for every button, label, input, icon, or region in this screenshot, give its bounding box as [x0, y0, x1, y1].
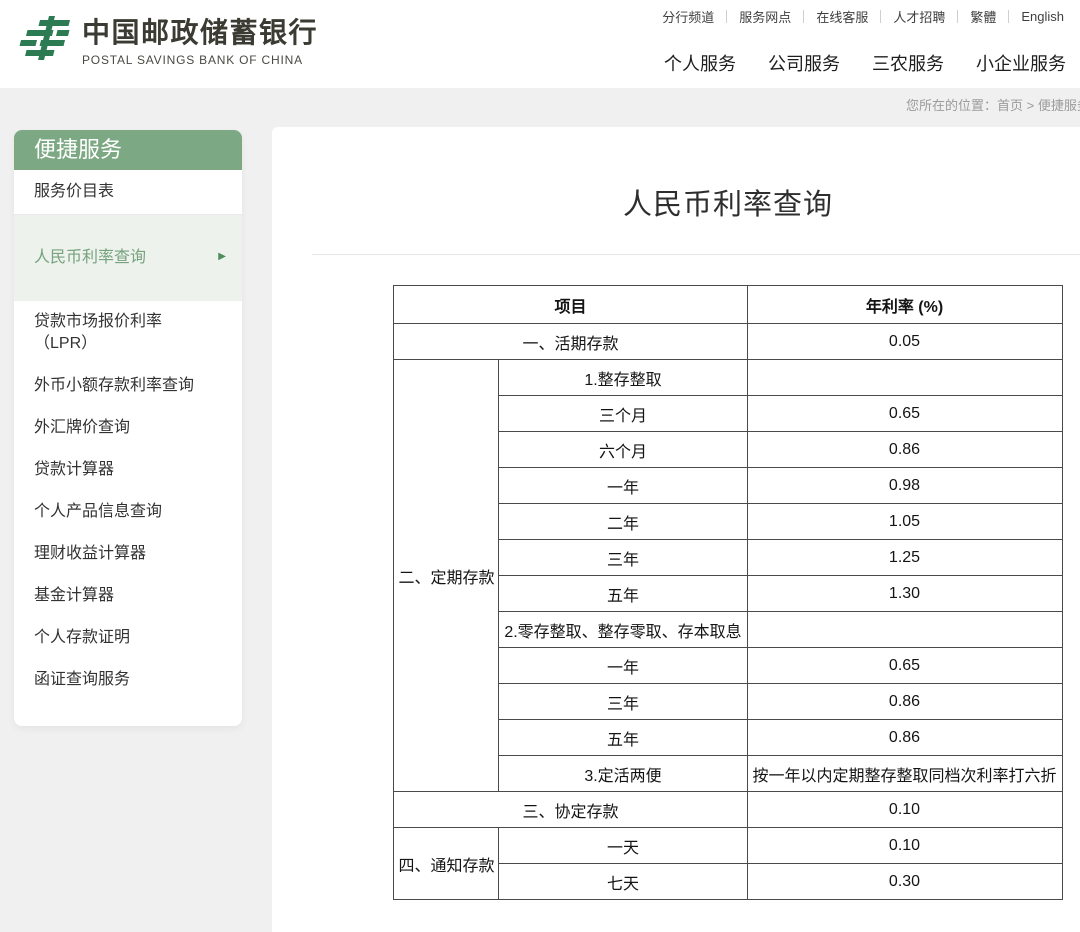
nav-personal-services[interactable]: 个人服务 — [664, 50, 736, 76]
sidebar-item-rmb-rate-query[interactable]: 人民币利率查询 ▶ — [14, 215, 242, 301]
cell-rate: 按一年以内定期整存整取同档次利率打六折 — [747, 756, 1062, 792]
logo-title-cn: 中国邮政储蓄银行 — [82, 17, 318, 49]
nav-online-service[interactable]: 在线客服 — [816, 7, 868, 26]
breadcrumb-prefix: 您所在的位置： — [906, 98, 997, 113]
divider — [957, 10, 958, 23]
table-row: 四、通知存款 一天 0.10 — [394, 828, 1062, 864]
sidebar-item-label: 人民币利率查询 — [34, 249, 146, 266]
sidebar-item-wealth-calculator[interactable]: 理财收益计算器 — [14, 533, 242, 575]
sidebar-item-lpr[interactable]: 贷款市场报价利率 （LPR） — [14, 301, 242, 365]
logo-title-en: POSTAL SAVINGS BANK OF CHINA — [82, 53, 318, 67]
breadcrumb-current: 便捷服务 — [1038, 98, 1080, 113]
cell-rate: 1.05 — [747, 504, 1062, 540]
cell-rate: 0.10 — [747, 792, 1062, 828]
table-header-row: 项目 年利率 (%) — [394, 286, 1062, 324]
nav-traditional-chinese[interactable]: 繁體 — [970, 7, 996, 26]
page-title: 人民币利率查询 — [272, 181, 1080, 223]
nav-rural-services[interactable]: 三农服务 — [872, 50, 944, 76]
divider — [726, 10, 727, 23]
divider — [1008, 10, 1009, 23]
cell-item: 七天 — [499, 864, 747, 900]
sidebar-item-foreign-small-deposit-rate[interactable]: 外币小额存款利率查询 — [14, 365, 242, 407]
table-row: 二、定期存款 1.整存整取 — [394, 360, 1062, 396]
cell-rate: 1.25 — [747, 540, 1062, 576]
cell-rate: 0.65 — [747, 396, 1062, 432]
bank-logo[interactable]: 中国邮政储蓄银行 POSTAL SAVINGS BANK OF CHINA — [12, 12, 318, 72]
nav-branch-channel[interactable]: 分行频道 — [662, 7, 714, 26]
cell-item: 1.整存整取 — [499, 360, 747, 396]
sidebar-item-service-price-list[interactable]: 服务价目表 — [14, 170, 242, 215]
rmb-rate-table: 项目 年利率 (%) 一、活期存款 0.05 二、定期存款 1.整存整取 三个月… — [393, 285, 1062, 900]
nav-corporate-services[interactable]: 公司服务 — [768, 50, 840, 76]
cell-item: 一、活期存款 — [394, 324, 747, 360]
cell-item: 三年 — [499, 684, 747, 720]
cell-rate: 0.05 — [747, 324, 1062, 360]
cell-item: 2.零存整取、整存零取、存本取息 — [499, 612, 747, 648]
main-nav: 个人服务 公司服务 三农服务 小企业服务 — [664, 50, 1066, 76]
cell-item: 3.定活两便 — [499, 756, 747, 792]
table-row: 三、协定存款 0.10 — [394, 792, 1062, 828]
cell-rate: 0.30 — [747, 864, 1062, 900]
cell-rate: 0.98 — [747, 468, 1062, 504]
sidebar-item-loan-calculator[interactable]: 贷款计算器 — [14, 449, 242, 491]
logo-text: 中国邮政储蓄银行 POSTAL SAVINGS BANK OF CHINA — [82, 17, 318, 67]
divider — [803, 10, 804, 23]
cell-item: 六个月 — [499, 432, 747, 468]
psbc-emblem-icon — [12, 12, 72, 72]
cell-rate: 0.86 — [747, 684, 1062, 720]
arrow-right-icon: ▶ — [218, 246, 226, 268]
cell-item: 三个月 — [499, 396, 747, 432]
sidebar-item-deposit-certificate[interactable]: 个人存款证明 — [14, 617, 242, 659]
cell-item: 五年 — [499, 720, 747, 756]
cell-item: 五年 — [499, 576, 747, 612]
main-content-panel: 人民币利率查询 项目 年利率 (%) 一、活期存款 0.05 二、定期存款 1.… — [272, 127, 1080, 932]
cell-item: 三、协定存款 — [394, 792, 747, 828]
cell-rate: 0.86 — [747, 432, 1062, 468]
utility-nav: 分行频道 服务网点 在线客服 人才招聘 繁體 English — [662, 7, 1064, 26]
cell-item: 一年 — [499, 468, 747, 504]
cell-group-time-deposit: 二、定期存款 — [394, 360, 499, 792]
cell-rate: 1.30 — [747, 576, 1062, 612]
sidebar-item-personal-product-info[interactable]: 个人产品信息查询 — [14, 491, 242, 533]
cell-rate — [747, 360, 1062, 396]
cell-item: 一天 — [499, 828, 747, 864]
breadcrumb: 您所在的位置：首页 > 便捷服务 — [906, 95, 1080, 114]
column-header-rate: 年利率 (%) — [747, 286, 1062, 324]
cell-item: 一年 — [499, 648, 747, 684]
column-header-item: 项目 — [394, 286, 747, 324]
breadcrumb-separator: > — [1023, 98, 1038, 113]
cell-rate: 0.65 — [747, 648, 1062, 684]
sidebar-item-confirmation-query[interactable]: 函证查询服务 — [14, 659, 242, 701]
cell-rate: 0.10 — [747, 828, 1062, 864]
table-row: 一、活期存款 0.05 — [394, 324, 1062, 360]
nav-small-business-services[interactable]: 小企业服务 — [976, 50, 1066, 76]
cell-item: 三年 — [499, 540, 747, 576]
sidebar-item-fund-calculator[interactable]: 基金计算器 — [14, 575, 242, 617]
breadcrumb-home-link[interactable]: 首页 — [997, 98, 1023, 113]
sidebar-convenient-services: 便捷服务 服务价目表 人民币利率查询 ▶ 贷款市场报价利率 （LPR） 外币小额… — [14, 130, 242, 726]
sidebar-item-forex-quote[interactable]: 外汇牌价查询 — [14, 407, 242, 449]
divider — [880, 10, 881, 23]
nav-english[interactable]: English — [1021, 9, 1064, 24]
nav-service-outlets[interactable]: 服务网点 — [739, 7, 791, 26]
page-header: 中国邮政储蓄银行 POSTAL SAVINGS BANK OF CHINA 分行… — [0, 0, 1080, 88]
divider — [312, 254, 1080, 255]
sidebar-title: 便捷服务 — [14, 130, 242, 170]
cell-rate: 0.86 — [747, 720, 1062, 756]
cell-item: 二年 — [499, 504, 747, 540]
cell-rate — [747, 612, 1062, 648]
cell-group-notice-deposit: 四、通知存款 — [394, 828, 499, 900]
nav-recruitment[interactable]: 人才招聘 — [893, 7, 945, 26]
